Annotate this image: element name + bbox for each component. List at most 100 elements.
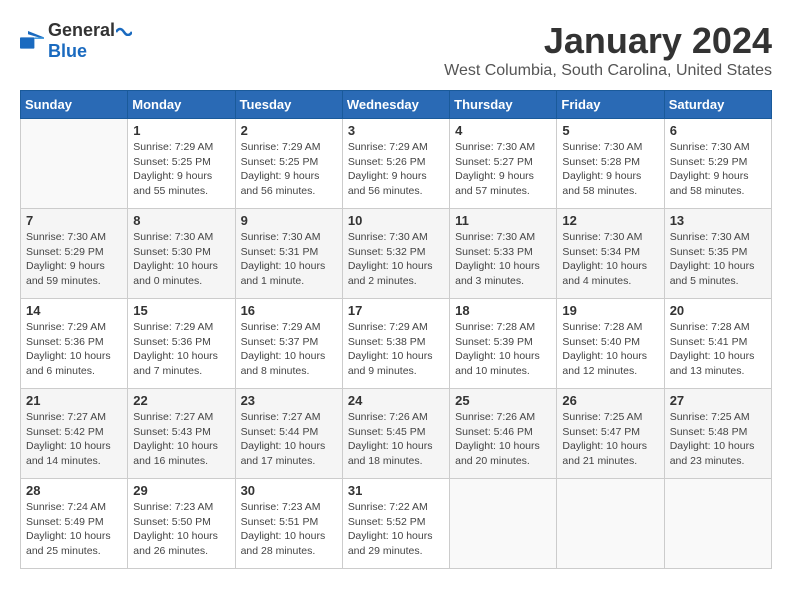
day-info: Sunrise: 7:26 AMSunset: 5:45 PMDaylight:… [348,410,444,469]
col-header-friday: Friday [557,91,664,119]
col-header-monday: Monday [128,91,235,119]
calendar-cell: 21Sunrise: 7:27 AMSunset: 5:42 PMDayligh… [21,389,128,479]
calendar-cell: 28Sunrise: 7:24 AMSunset: 5:49 PMDayligh… [21,479,128,569]
day-info: Sunrise: 7:29 AMSunset: 5:38 PMDaylight:… [348,320,444,379]
calendar-table: SundayMondayTuesdayWednesdayThursdayFrid… [20,90,772,569]
calendar-week-row: 1 Sunrise: 7:29 AMSunset: 5:25 PMDaylight… [21,119,772,209]
calendar-cell: 3 Sunrise: 7:29 AMSunset: 5:26 PMDaylight… [342,119,449,209]
calendar-cell: 5Sunrise: 7:30 AMSunset: 5:28 PMDaylight… [557,119,664,209]
logo-text-general: General [48,20,115,41]
day-info: Sunrise: 7:29 AMSunset: 5:26 PMDaylight:… [348,140,444,199]
calendar-cell: 4Sunrise: 7:30 AMSunset: 5:27 PMDaylight… [450,119,557,209]
col-header-tuesday: Tuesday [235,91,342,119]
calendar-cell: 16Sunrise: 7:29 AMSunset: 5:37 PMDayligh… [235,299,342,389]
day-number: 16 [241,303,337,318]
col-header-thursday: Thursday [450,91,557,119]
calendar-week-row: 7 Sunrise: 7:30 AMSunset: 5:29 PMDaylight… [21,209,772,299]
calendar-week-row: 28Sunrise: 7:24 AMSunset: 5:49 PMDayligh… [21,479,772,569]
calendar-cell: 6 Sunrise: 7:30 AMSunset: 5:29 PMDaylight… [664,119,771,209]
day-info: Sunrise: 7:30 AMSunset: 5:35 PMDaylight:… [670,230,766,289]
calendar-cell: 24Sunrise: 7:26 AMSunset: 5:45 PMDayligh… [342,389,449,479]
calendar-cell [664,479,771,569]
day-info: Sunrise: 7:30 AMSunset: 5:34 PMDaylight:… [562,230,658,289]
day-number: 17 [348,303,444,318]
day-number: 3 [348,123,444,138]
calendar-cell: 12 Sunrise: 7:30 AMSunset: 5:34 PMDayligh… [557,209,664,299]
month-title: January 2024 [444,20,772,62]
calendar-cell: 29 Sunrise: 7:23 AMSunset: 5:50 PMDayligh… [128,479,235,569]
day-info: Sunrise: 7:26 AMSunset: 5:46 PMDaylight:… [455,410,551,469]
day-info: Sunrise: 7:25 AMSunset: 5:48 PMDaylight:… [670,410,766,469]
calendar-cell: 1Sunrise: 7:29 AMSunset: 5:25 PMDaylight… [128,119,235,209]
calendar-cell: 30Sunrise: 7:23 AMSunset: 5:51 PMDayligh… [235,479,342,569]
calendar-cell: 10Sunrise: 7:30 AMSunset: 5:32 PMDayligh… [342,209,449,299]
logo: General Blue [20,20,132,62]
calendar-cell: 31Sunrise: 7:22 AMSunset: 5:52 PMDayligh… [342,479,449,569]
day-number: 2 [241,123,337,138]
calendar-cell: 25 Sunrise: 7:26 AMSunset: 5:46 PMDayligh… [450,389,557,479]
day-info: Sunrise: 7:24 AMSunset: 5:49 PMDaylight:… [26,500,122,559]
day-info: Sunrise: 7:28 AMSunset: 5:39 PMDaylight:… [455,320,551,379]
day-info: Sunrise: 7:28 AMSunset: 5:41 PMDaylight:… [670,320,766,379]
day-number: 19 [562,303,658,318]
calendar-header-row: SundayMondayTuesdayWednesdayThursdayFrid… [21,91,772,119]
day-info: Sunrise: 7:30 AMSunset: 5:31 PMDaylight:… [241,230,337,289]
day-info: Sunrise: 7:30 AMSunset: 5:27 PMDaylight:… [455,140,551,199]
calendar-cell: 22 Sunrise: 7:27 AMSunset: 5:43 PMDayligh… [128,389,235,479]
calendar-cell: 18 Sunrise: 7:28 AMSunset: 5:39 PMDayligh… [450,299,557,389]
calendar-cell: 26 Sunrise: 7:25 AMSunset: 5:47 PMDayligh… [557,389,664,479]
day-info: Sunrise: 7:30 AMSunset: 5:29 PMDaylight:… [670,140,766,199]
day-number: 22 [133,393,229,408]
logo-icon [20,31,44,51]
calendar-cell: 11 Sunrise: 7:30 AMSunset: 5:33 PMDayligh… [450,209,557,299]
day-number: 8 [133,213,229,228]
day-number: 14 [26,303,122,318]
col-header-sunday: Sunday [21,91,128,119]
day-info: Sunrise: 7:25 AMSunset: 5:47 PMDaylight:… [562,410,658,469]
calendar-cell: 13 Sunrise: 7:30 AMSunset: 5:35 PMDayligh… [664,209,771,299]
day-number: 27 [670,393,766,408]
day-number: 20 [670,303,766,318]
calendar-cell: 15Sunrise: 7:29 AMSunset: 5:36 PMDayligh… [128,299,235,389]
day-info: Sunrise: 7:27 AMSunset: 5:44 PMDaylight:… [241,410,337,469]
calendar-body: 1 Sunrise: 7:29 AMSunset: 5:25 PMDaylight… [21,119,772,569]
calendar-cell [450,479,557,569]
calendar-cell: 17 Sunrise: 7:29 AMSunset: 5:38 PMDayligh… [342,299,449,389]
calendar-cell: 23 Sunrise: 7:27 AMSunset: 5:44 PMDayligh… [235,389,342,479]
day-info: Sunrise: 7:29 AMSunset: 5:25 PMDaylight:… [241,140,337,199]
day-info: Sunrise: 7:30 AMSunset: 5:30 PMDaylight:… [133,230,229,289]
calendar-cell [21,119,128,209]
day-number: 13 [670,213,766,228]
day-number: 6 [670,123,766,138]
day-info: Sunrise: 7:27 AMSunset: 5:43 PMDaylight:… [133,410,229,469]
calendar-cell: 9 Sunrise: 7:30 AMSunset: 5:31 PMDaylight… [235,209,342,299]
day-number: 23 [241,393,337,408]
day-number: 9 [241,213,337,228]
location-subtitle: West Columbia, South Carolina, United St… [444,62,772,80]
calendar-cell: 7 Sunrise: 7:30 AMSunset: 5:29 PMDaylight… [21,209,128,299]
col-header-wednesday: Wednesday [342,91,449,119]
calendar-cell: 2 Sunrise: 7:29 AMSunset: 5:25 PMDaylight… [235,119,342,209]
calendar-cell [557,479,664,569]
calendar-cell: 27 Sunrise: 7:25 AMSunset: 5:48 PMDayligh… [664,389,771,479]
day-info: Sunrise: 7:23 AMSunset: 5:50 PMDaylight:… [133,500,229,559]
calendar-cell: 20 Sunrise: 7:28 AMSunset: 5:41 PMDayligh… [664,299,771,389]
day-number: 26 [562,393,658,408]
header: General Blue January 2024 West Columbia,… [20,20,772,80]
day-number: 21 [26,393,122,408]
logo-wave-icon [116,24,132,36]
day-number: 29 [133,483,229,498]
day-number: 18 [455,303,551,318]
day-number: 15 [133,303,229,318]
day-number: 25 [455,393,551,408]
calendar-cell: 19Sunrise: 7:28 AMSunset: 5:40 PMDayligh… [557,299,664,389]
day-info: Sunrise: 7:30 AMSunset: 5:29 PMDaylight:… [26,230,122,289]
title-area: January 2024 West Columbia, South Caroli… [444,20,772,80]
day-info: Sunrise: 7:22 AMSunset: 5:52 PMDaylight:… [348,500,444,559]
day-number: 7 [26,213,122,228]
day-number: 12 [562,213,658,228]
day-number: 11 [455,213,551,228]
day-info: Sunrise: 7:30 AMSunset: 5:33 PMDaylight:… [455,230,551,289]
calendar-cell: 14Sunrise: 7:29 AMSunset: 5:36 PMDayligh… [21,299,128,389]
day-number: 1 [133,123,229,138]
